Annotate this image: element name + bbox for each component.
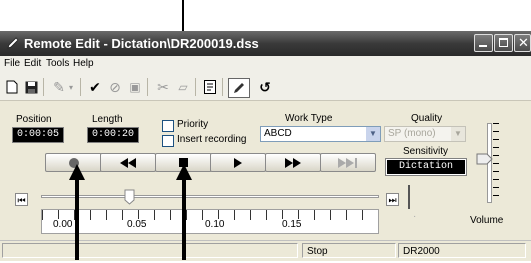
sensitivity-label: Sensitivity (403, 146, 449, 157)
chevron-down-icon[interactable]: ▼ (366, 127, 380, 141)
level-meter (408, 185, 410, 209)
tick-1: 0.05 (127, 219, 147, 230)
toolbar-separator (43, 78, 44, 96)
timeline-handle[interactable] (124, 189, 135, 205)
rewind-icon (120, 157, 136, 168)
play-icon (234, 157, 242, 168)
timeline-groove (41, 195, 379, 198)
menu-tools[interactable]: Tools (46, 58, 69, 69)
ruler-dot: · (413, 211, 417, 222)
insert-recording-checkbox[interactable] (162, 135, 174, 147)
toolbar: ✎ ▾ ✔ ⊘ ▣ ✂ ▱ ↺ (0, 74, 531, 101)
cut-icon[interactable]: ✂ (154, 78, 172, 96)
volume-label: Volume (470, 215, 504, 226)
position-label: Position (16, 114, 52, 125)
insert-icon[interactable]: ▱ (174, 78, 192, 96)
work-type-select[interactable]: ABCD ▼ (260, 126, 381, 142)
priority-label: Priority (177, 119, 209, 130)
quality-select[interactable]: SP (mono) ▼ (384, 126, 466, 142)
priority-checkbox[interactable] (162, 120, 174, 132)
close-button[interactable]: ✕ (514, 34, 531, 52)
annotation-line-top (182, 0, 184, 31)
check-icon[interactable]: ✔ (86, 78, 104, 96)
maximize-button[interactable] (494, 34, 513, 52)
end-button[interactable] (320, 153, 376, 172)
new-icon[interactable] (3, 78, 21, 96)
quality-value: SP (mono) (388, 128, 436, 139)
annotation-arrow-record (68, 164, 86, 260)
window-title: Remote Edit - Dictation\DR200019.dss (24, 36, 259, 51)
fast-forward-icon (285, 157, 301, 168)
fast-forward-button[interactable] (265, 153, 321, 172)
dropdown-icon[interactable]: ▾ (66, 78, 76, 96)
cancel-icon[interactable]: ⊘ (106, 78, 124, 96)
position-display: 0:00:05 (12, 127, 64, 143)
title-bar: Remote Edit - Dictation\DR200019.dss ✕ (0, 31, 531, 56)
status-device: DR2000 (398, 243, 526, 258)
pen-icon (6, 36, 20, 50)
work-type-label: Work Type (285, 113, 333, 124)
volume-ticks (493, 123, 499, 201)
menu-file[interactable]: File (4, 58, 20, 69)
menu-edit[interactable]: Edit (24, 58, 41, 69)
volume-slider-handle[interactable] (476, 153, 493, 165)
skip-end-button[interactable]: ⏭ (386, 193, 399, 206)
undo-icon[interactable]: ↺ (256, 78, 274, 96)
tick-2: 0.10 (205, 219, 225, 230)
menu-bar: File Edit Tools Help (0, 56, 531, 74)
status-state: Stop (302, 243, 396, 258)
chevron-down-icon[interactable]: ▼ (451, 127, 465, 141)
quality-label: Quality (411, 113, 443, 124)
length-display: 0:00:20 (87, 127, 139, 143)
properties-icon[interactable] (201, 78, 219, 96)
insert-recording-label: Insert recording (177, 134, 247, 145)
minimize-button[interactable] (474, 34, 493, 52)
status-panel-1 (2, 243, 298, 258)
work-type-value: ABCD (264, 128, 292, 139)
toolbar-separator (222, 78, 223, 96)
timeline-track[interactable] (41, 187, 379, 206)
sensitivity-display: Dictation (385, 158, 467, 176)
length-label: Length (92, 114, 123, 125)
menu-help[interactable]: Help (73, 58, 94, 69)
tick-3: 0.15 (282, 219, 302, 230)
toolbar-separator (195, 78, 196, 96)
skip-start-button[interactable]: ⏮ (15, 193, 28, 206)
annotation-arrow-stop (175, 164, 193, 260)
toolbar-separator (147, 78, 148, 96)
edit-icon[interactable] (228, 78, 250, 98)
print-icon[interactable]: ▣ (126, 78, 144, 96)
save-icon[interactable] (22, 78, 40, 96)
toolbar-separator (80, 78, 81, 96)
end-icon (338, 157, 357, 168)
play-button[interactable] (210, 153, 266, 172)
rewind-button[interactable] (100, 153, 156, 172)
